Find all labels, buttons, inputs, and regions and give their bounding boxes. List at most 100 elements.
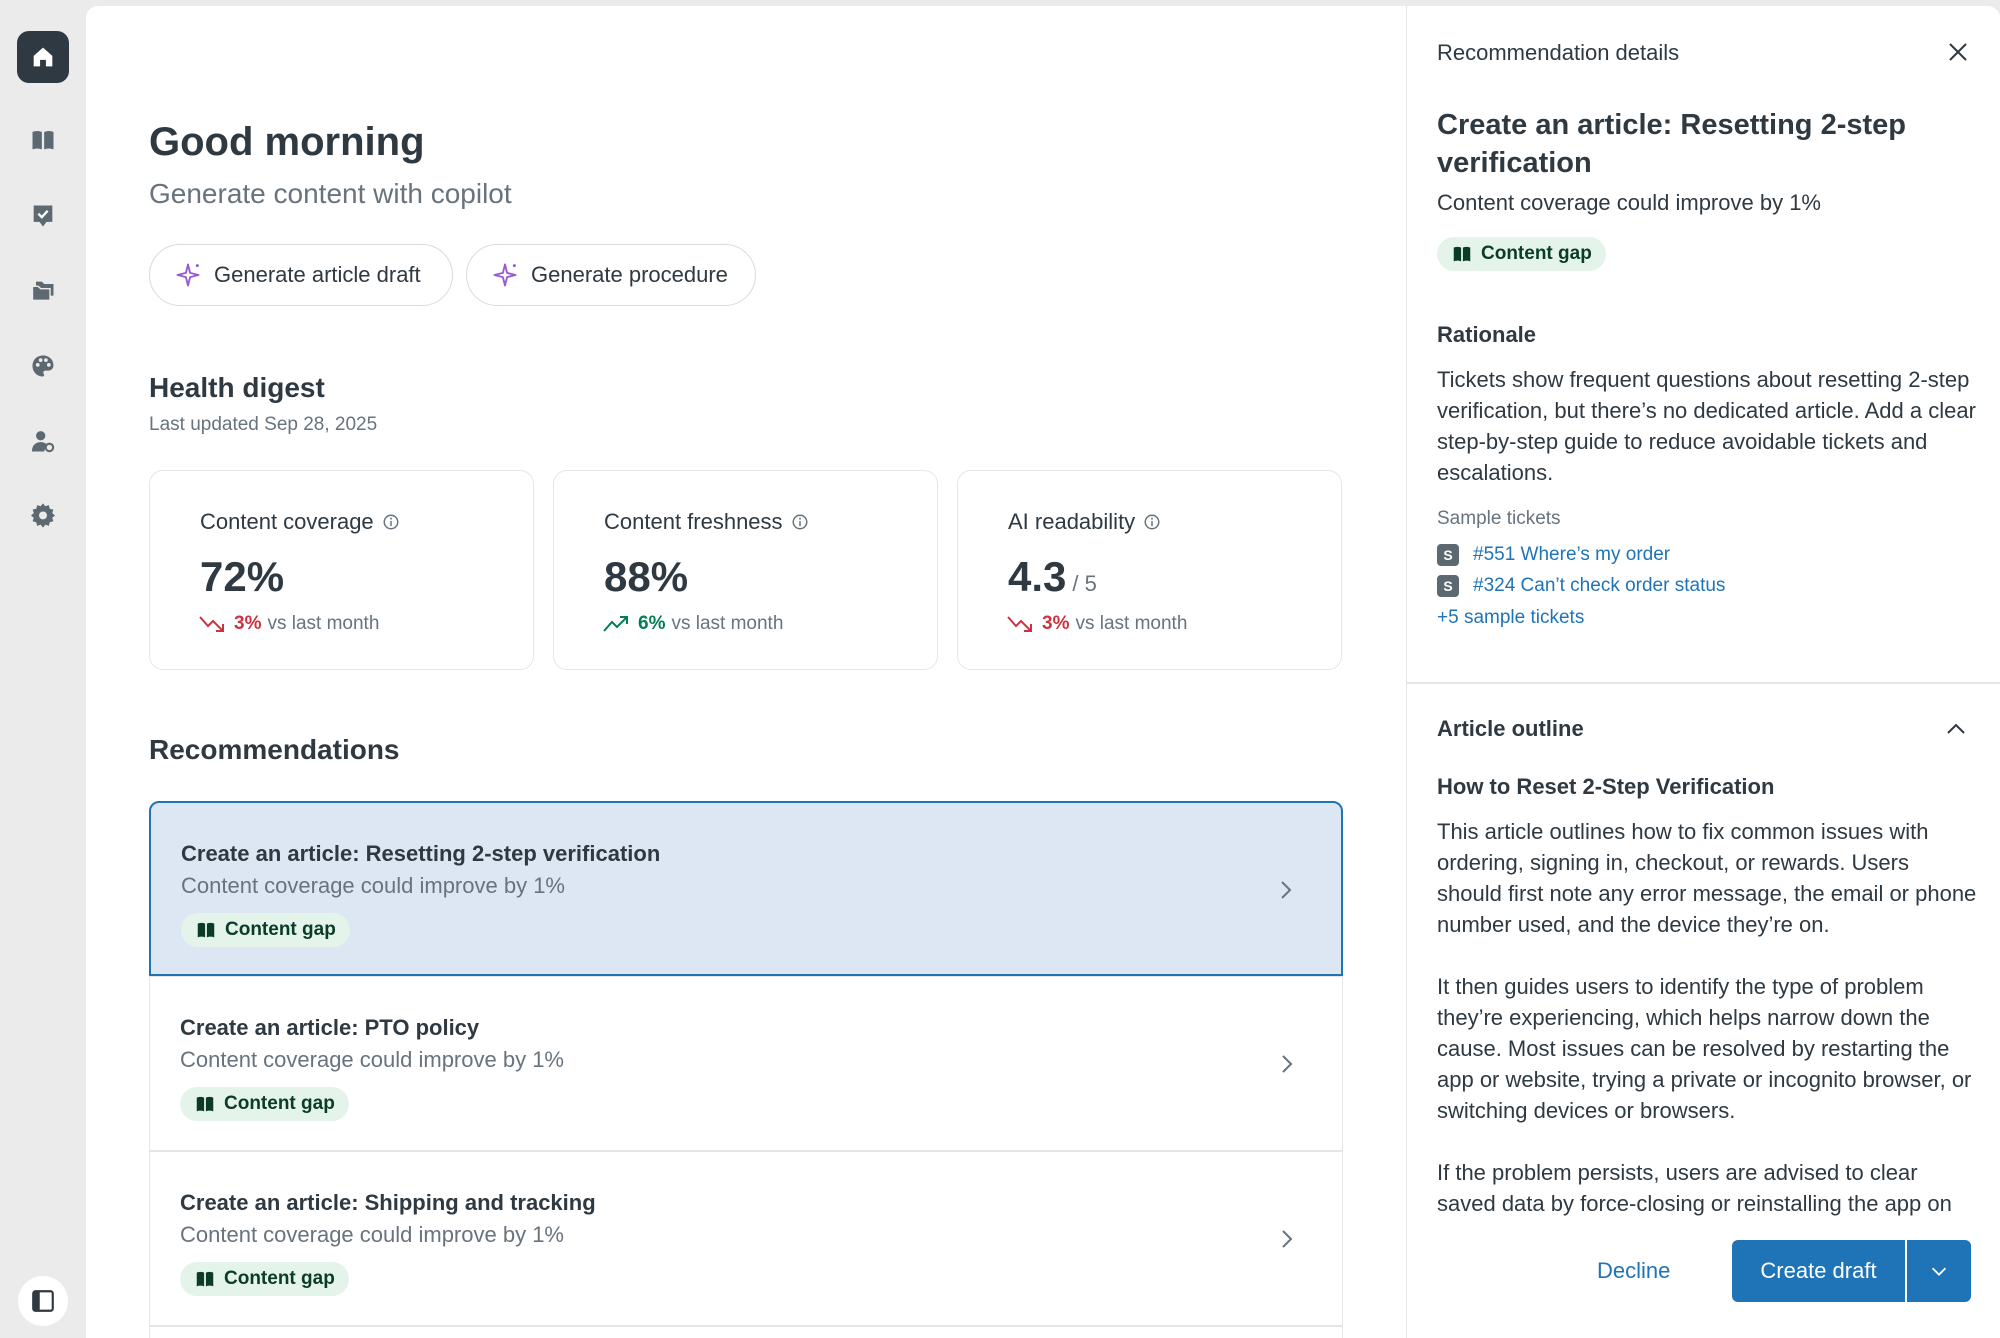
book-icon [197,922,215,938]
content-gap-badge: Content gap [180,1262,349,1296]
card-value-text: 88% [604,553,689,600]
ticket-label: #551 Where’s my order [1473,544,1671,565]
folder-icon [31,281,54,302]
card-label: Content coverage [200,509,400,535]
book-icon [196,1271,214,1287]
outline-paragraph: If the problem persists, users are advis… [1437,1160,1952,1216]
article-outline-heading: Article outline [1437,716,1584,741]
badge-label: Content gap [1481,243,1592,264]
generate-article-draft-label: Generate article draft [214,262,421,287]
sample-tickets-heading: Sample tickets [1437,508,1561,529]
trend-down-icon [199,616,224,632]
recommendation-item[interactable]: Create an article: Resetting 2-step veri… [149,801,1343,976]
content-coverage-card: Content coverage 72% 3% vs last month [149,470,534,670]
sample-ticket-link[interactable]: S #324 Can’t check order status [1437,575,1725,597]
settings-nav-button[interactable] [17,489,69,541]
recommendation-subtitle: Content coverage could improve by 1% [180,1047,564,1072]
recommendation-title: Create an article: PTO policy [180,1015,480,1040]
greeting-title: Good morning [149,120,425,164]
create-draft-menu-button[interactable] [1907,1240,1971,1302]
details-header: Recommendation details [1437,40,1680,65]
outline-paragraph: This article outlines how to fix common … [1437,819,1977,937]
appearance-nav-button[interactable] [17,340,69,392]
card-label: Content freshness [604,509,809,535]
generate-article-draft-button[interactable]: Generate article draft [149,244,453,306]
home-nav-button[interactable] [17,31,69,83]
card-value: 88% [604,553,688,601]
ai-readability-card: AI readability 4.3/ 5 3% vs last month [957,470,1342,670]
card-trend: 3% vs last month [1006,613,1187,635]
sample-ticket-link[interactable]: S #551 Where’s my order [1437,544,1670,566]
trend-up-icon [603,616,628,632]
card-value: 72% [200,553,284,601]
create-draft-button[interactable]: Create draft [1732,1240,1905,1302]
recommendation-subtitle: Content coverage could improve by 1% [181,873,565,898]
gear-icon [30,503,56,528]
book-icon [32,130,54,150]
main-panel: Good morning Generate content with copil… [86,6,1406,1338]
book-icon [196,1096,214,1112]
outline-body: This article outlines how to fix common … [1437,816,1977,1220]
content-gap-badge: Content gap [180,1087,349,1121]
recommendation-subtitle: Content coverage could improve by 1% [180,1222,564,1247]
decline-button[interactable]: Decline [1597,1258,1670,1284]
card-label-text: Content freshness [604,509,783,534]
greeting-subtitle: Generate content with copilot [149,178,512,209]
info-icon[interactable] [1143,513,1161,531]
badge-label: Content gap [224,1093,335,1114]
info-icon[interactable] [382,513,400,531]
chevron-right-icon [1282,1230,1293,1248]
palette-icon [32,355,54,377]
knowledge-nav-button[interactable] [17,114,69,166]
sparkle-icon [493,263,517,287]
tasks-nav-button[interactable] [17,190,69,242]
badge-label: Content gap [225,919,336,940]
trend-delta: 3% [1042,613,1070,634]
trend-down-icon [1007,616,1032,632]
recommendation-title: Create an article: Shipping and tracking [180,1190,596,1215]
files-nav-button[interactable] [17,265,69,317]
content-gap-badge: Content gap [1437,237,1606,271]
chevron-right-icon [1281,881,1292,899]
content-gap-badge: Content gap [181,913,350,947]
health-digest-title: Health digest [149,372,325,403]
sidebar-toggle-icon [32,1290,54,1312]
recommendation-item[interactable] [149,1326,1343,1338]
book-icon [1453,246,1471,262]
details-footer: Decline Create draft [1407,1218,2000,1338]
trend-compare: vs last month [267,613,380,634]
card-value: 4.3/ 5 [1008,553,1097,601]
home-icon [33,47,53,67]
recommendation-item[interactable]: Create an article: Shipping and tracking… [149,1151,1343,1326]
rationale-text: Tickets show frequent questions about re… [1437,367,1976,485]
card-trend: 6% vs last month [602,613,783,635]
checklist-icon [33,205,53,227]
close-icon[interactable] [1946,40,1970,64]
trend-compare: vs last month [671,613,784,634]
ticket-source-icon: S [1437,544,1459,566]
card-trend: 3% vs last month [198,613,379,635]
users-nav-button[interactable] [17,415,69,467]
info-icon[interactable] [791,513,809,531]
section-divider [1407,682,2000,684]
ticket-label: #324 Can’t check order status [1473,575,1726,596]
badge-label: Content gap [224,1268,335,1289]
outline-title: How to Reset 2-Step Verification [1437,774,1775,799]
details-subtitle: Content coverage could improve by 1% [1437,190,1821,215]
recommendation-item[interactable]: Create an article: PTO policy Content co… [149,976,1343,1151]
content-freshness-card: Content freshness 88% 6% vs last month [553,470,938,670]
outline-paragraph: It then guides users to identify the typ… [1437,974,1972,1123]
trend-delta: 6% [638,613,666,634]
card-value-suffix: / 5 [1072,571,1097,596]
sparkle-icon [176,263,200,287]
details-title: Create an article: Resetting 2-step veri… [1437,109,1906,179]
rationale-heading: Rationale [1437,322,1537,347]
recommendation-details-panel: Recommendation details Create an article… [1406,6,2000,1338]
more-sample-tickets-link[interactable]: +5 sample tickets [1437,607,1584,629]
trend-delta: 3% [234,613,262,634]
recommendation-title: Create an article: Resetting 2-step veri… [181,841,661,866]
toggle-sidebar-button[interactable] [18,1276,68,1326]
card-label: AI readability [1008,509,1161,535]
chevron-up-icon[interactable] [1944,718,1968,740]
generate-procedure-button[interactable]: Generate procedure [466,244,756,306]
